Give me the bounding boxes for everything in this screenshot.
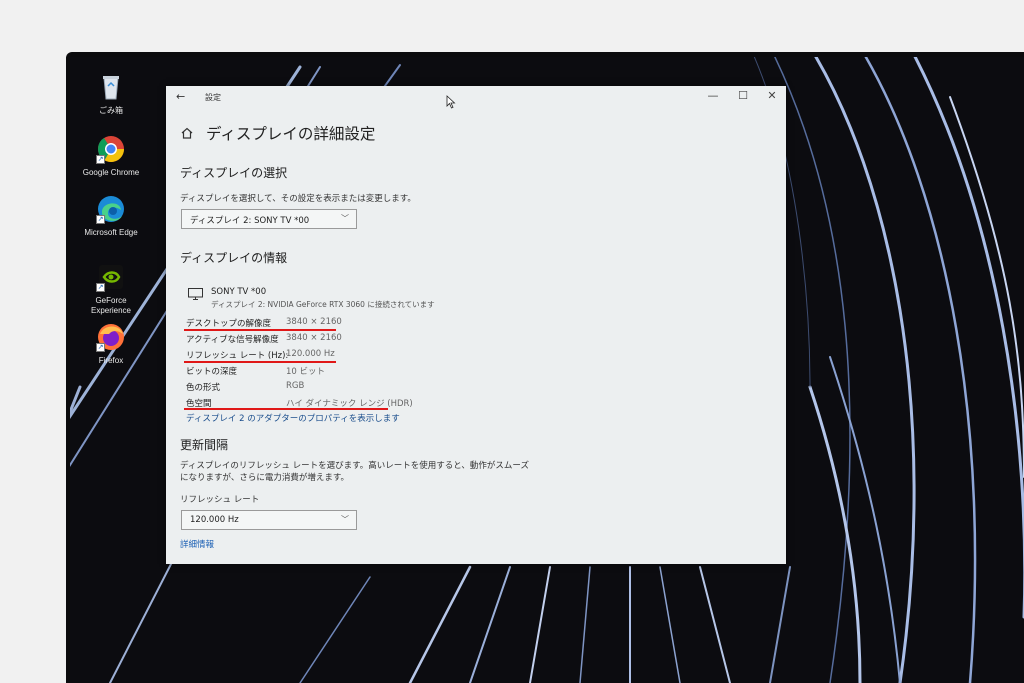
info-label: ビットの深度 (186, 367, 238, 377)
display-select-dropdown[interactable]: ディスプレイ 2: SONY TV *00 ﹀ (181, 209, 357, 229)
desktop-icon-firefox[interactable]: ↗ Firefox (74, 322, 148, 366)
mouse-cursor-icon (446, 95, 456, 109)
page-header: ディスプレイの詳細設定 (180, 122, 375, 144)
desktop-icon-label: Microsoft Edge (84, 228, 138, 237)
chrome-icon: ↗ (96, 134, 126, 164)
refresh-rate-dropdown[interactable]: 120.000 Hz ﹀ (181, 510, 357, 530)
display-select-value: ディスプレイ 2: SONY TV *00 (190, 216, 310, 226)
refresh-description-1: ディスプレイのリフレッシュ レートを選びます。高いレートを使用すると、動作がスム… (180, 461, 529, 471)
desktop-icon-label: Google Chrome (82, 168, 140, 177)
info-label: 色の形式 (186, 383, 221, 393)
chevron-down-icon: ﹀ (341, 515, 349, 524)
info-value: 3840 × 2160 (286, 333, 342, 343)
close-button[interactable]: ✕ (765, 89, 779, 102)
info-row-active-signal-resolution: アクティブな信号解像度 3840 × 2160 (186, 333, 606, 347)
info-row-color-format: 色の形式 RGB (186, 381, 606, 395)
highlight-underline (184, 361, 336, 363)
minimize-button[interactable]: — (706, 89, 720, 102)
desktop-icon-chrome[interactable]: ↗ Google Chrome (74, 134, 148, 178)
info-label: アクティブな信号解像度 (186, 335, 279, 345)
highlight-underline (184, 329, 336, 331)
highlight-underline (184, 408, 388, 410)
refresh-rate-value: 120.000 Hz (190, 515, 239, 525)
back-arrow-icon[interactable]: ← (176, 90, 185, 103)
chevron-down-icon: ﹀ (341, 214, 349, 223)
info-label: デスクトップの解像度 (186, 319, 272, 329)
desktop-icon-edge[interactable]: ↗ Microsoft Edge (74, 194, 148, 238)
more-info-link[interactable]: 詳細情報 (180, 538, 214, 550)
desktop-icon-geforce[interactable]: ↗ GeForce Experience (74, 262, 148, 316)
info-value: RGB (286, 381, 305, 391)
firefox-icon: ↗ (96, 322, 126, 352)
info-value: 10 ビット (286, 367, 326, 377)
desktop-icon-label: ごみ箱 (99, 106, 123, 115)
recycle-bin-icon (96, 72, 126, 102)
display-connection: ディスプレイ 2: NVIDIA GeForce RTX 3060 に接続されて… (211, 300, 435, 309)
edge-icon: ↗ (96, 194, 126, 224)
desktop-icon-label: GeForce Experience (90, 296, 132, 315)
page-title: ディスプレイの詳細設定 (206, 125, 376, 143)
info-value: 3840 × 2160 (286, 317, 342, 327)
geforce-icon: ↗ (96, 262, 126, 292)
display-select-heading: ディスプレイの選択 (180, 166, 288, 180)
info-row-bit-depth: ビットの深度 10 ビット (186, 365, 606, 379)
settings-window: ← 設定 — ☐ ✕ ディスプレイの詳細設定 ディスプレイの選択 ディスプレイを… (166, 86, 786, 564)
display-name: SONY TV *00 (211, 287, 267, 297)
title-bar: ← 設定 — ☐ ✕ (166, 86, 786, 108)
desktop-icon-label: Firefox (98, 356, 124, 365)
info-value: 120.000 Hz (286, 349, 335, 359)
refresh-description-2: になりますが、さらに電力消費が増えます。 (180, 473, 349, 483)
window-title: 設定 (205, 93, 221, 102)
home-icon[interactable] (180, 126, 194, 140)
refresh-rate-label: リフレッシュ レート (180, 495, 260, 505)
display-select-description: ディスプレイを選択して、その設定を表示または変更します。 (180, 194, 416, 204)
maximize-button[interactable]: ☐ (736, 89, 750, 102)
info-label: リフレッシュ レート (Hz): (186, 351, 289, 361)
adapter-properties-link[interactable]: ディスプレイ 2 のアダプターのプロパティを表示します (186, 412, 400, 424)
refresh-heading: 更新間隔 (180, 438, 229, 452)
desktop-icon-recycle-bin[interactable]: ごみ箱 (74, 72, 148, 116)
display-info-heading: ディスプレイの情報 (180, 251, 288, 265)
monitor-icon (188, 288, 203, 300)
